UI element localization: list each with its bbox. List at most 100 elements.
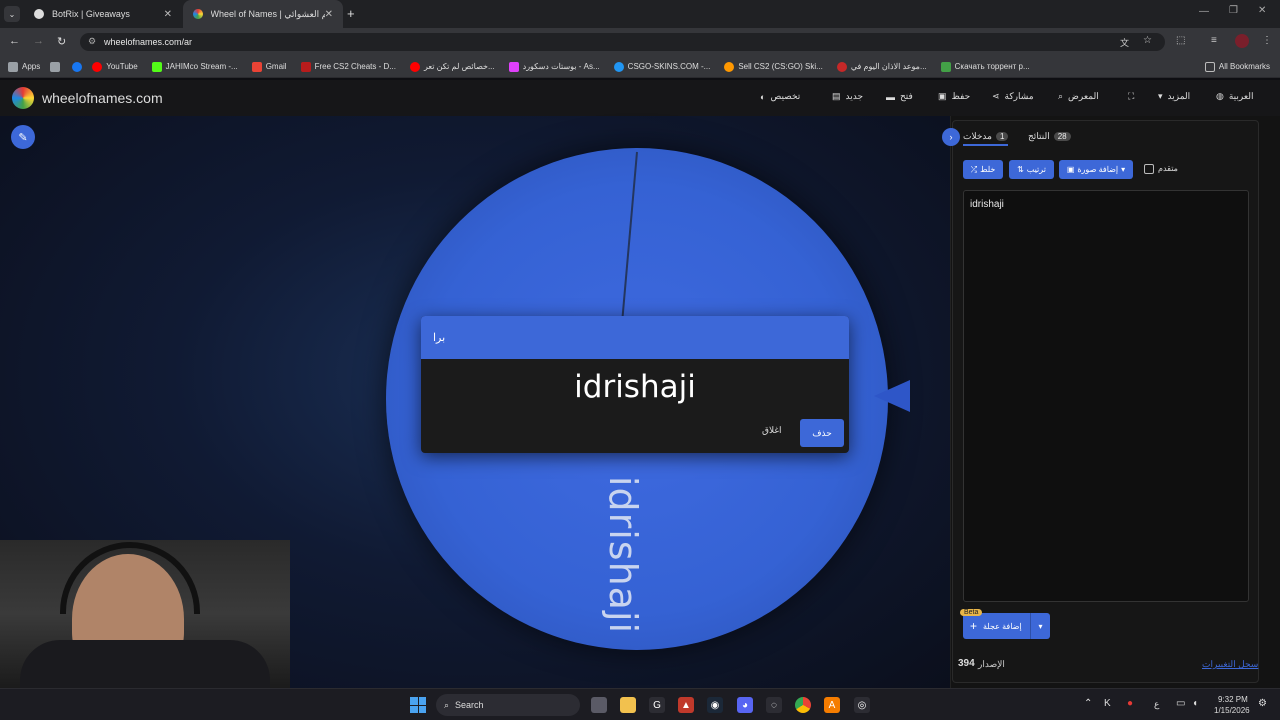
- advanced-checkbox[interactable]: [1144, 164, 1154, 174]
- close-button[interactable]: اغلاق: [762, 425, 782, 436]
- add-image-button[interactable]: ▣ إضافة صورة ▾: [1059, 160, 1133, 179]
- collapse-panel-icon[interactable]: ›: [942, 128, 960, 146]
- cheat-icon: [300, 61, 311, 72]
- remove-button[interactable]: حذف: [800, 419, 844, 447]
- bookmark-star-icon[interactable]: ☆: [1143, 35, 1152, 46]
- logo-icon: [12, 87, 34, 109]
- bookmark-item[interactable]: [50, 61, 61, 72]
- streamer-body: [20, 640, 270, 688]
- changelog-link[interactable]: سجل التغييرات: [1202, 659, 1258, 670]
- dialog-title: برا: [421, 316, 849, 359]
- entries-textarea[interactable]: idrishaji: [963, 190, 1249, 602]
- headphones-icon: [60, 542, 200, 614]
- clock-time[interactable]: 9:32 PM: [1218, 695, 1248, 704]
- edit-icon[interactable]: ✎: [11, 125, 35, 149]
- folder-icon: ▬: [886, 91, 895, 102]
- nav-gallery[interactable]: ⌕ المعرض: [1058, 91, 1099, 102]
- bookmark-item[interactable]: JAHIMco Stream -...: [151, 61, 238, 72]
- add-wheel-button[interactable]: + إضافة عجلة ▾: [963, 613, 1050, 639]
- clock-date[interactable]: 1/15/2026: [1214, 706, 1250, 715]
- chevron-down-icon: ▾: [1121, 165, 1126, 174]
- extensions-icon[interactable]: ⬚: [1176, 35, 1185, 46]
- avatar[interactable]: [1235, 34, 1249, 48]
- tab-search-button[interactable]: ⌄: [4, 6, 20, 22]
- bookmark-item[interactable]: خصائص لم تكن تعر...: [409, 61, 495, 72]
- nav-language[interactable]: ◍ العربية: [1216, 91, 1253, 102]
- riot-icon[interactable]: ▲: [678, 697, 694, 713]
- bookmark-item[interactable]: بوستات دسكورد - As...: [508, 61, 600, 72]
- steam-icon[interactable]: ◉: [707, 697, 723, 713]
- obs-studio-icon[interactable]: ◎: [854, 697, 870, 713]
- all-bookmarks[interactable]: All Bookmarks: [1204, 61, 1270, 72]
- nav-save[interactable]: ▣ حفظ: [938, 91, 970, 102]
- version-label: الإصدار: [978, 659, 1005, 669]
- new-tab-button[interactable]: +: [347, 6, 355, 21]
- notification-icon[interactable]: ⚙: [1258, 698, 1267, 709]
- discord-icon[interactable]: ◕: [737, 697, 753, 713]
- site-info-icon[interactable]: ⚙: [88, 36, 96, 47]
- tray-chevron-icon[interactable]: ⌃: [1084, 698, 1092, 709]
- task-view-icon[interactable]: [591, 697, 607, 713]
- kick-icon: [151, 61, 162, 72]
- youtube-icon: [409, 61, 420, 72]
- close-window-icon[interactable]: ✕: [1258, 5, 1266, 16]
- browser-tab-wheel[interactable]: Wheel of Names | اسم العشوائي ✕: [183, 0, 343, 28]
- nav-new[interactable]: ▤ جديد: [832, 91, 863, 102]
- bookmark-item[interactable]: Gmail: [251, 61, 287, 72]
- nav-fullscreen[interactable]: ⛶: [1128, 91, 1134, 102]
- browser-tab-botrix[interactable]: BotRix | Giveaways ✕: [24, 0, 182, 28]
- bookmark-item[interactable]: Скачать торрент р...: [940, 61, 1030, 72]
- bookmark-item[interactable]: Free CS2 Cheats - D...: [300, 61, 396, 72]
- beta-badge: Beta: [960, 609, 983, 616]
- bookmark-item[interactable]: [72, 61, 83, 72]
- back-icon[interactable]: ←: [9, 35, 20, 47]
- bookmark-item[interactable]: موعد الاذان اليوم في...: [836, 61, 927, 72]
- ghub-icon[interactable]: G: [649, 697, 665, 713]
- volume-icon[interactable]: ◖: [1192, 698, 1198, 709]
- chevron-down-icon[interactable]: ▾: [1030, 613, 1050, 639]
- file-explorer-icon[interactable]: [620, 697, 636, 713]
- nav-customize[interactable]: ◐ تخصيص: [760, 91, 800, 102]
- translate-icon[interactable]: 文: [1120, 36, 1129, 49]
- bookmarks-bar: Apps YouTube JAHIMco Stream -... Gmail F…: [0, 56, 1280, 78]
- minimize-icon[interactable]: —: [1199, 6, 1209, 17]
- bookmark-item[interactable]: Apps: [8, 61, 40, 72]
- app-icon[interactable]: A: [824, 697, 840, 713]
- tab-results[interactable]: النتائج 28: [1028, 131, 1071, 142]
- tab-strip: ⌄ BotRix | Giveaways ✕ Wheel of Names | …: [0, 0, 1280, 28]
- share-icon: ⋖: [992, 91, 1000, 101]
- tab-title: BotRix | Giveaways: [52, 9, 130, 19]
- nav-more[interactable]: ▾ المزيد: [1158, 91, 1190, 102]
- close-tab-icon[interactable]: ✕: [325, 9, 333, 20]
- globe-icon: ◍: [1216, 91, 1224, 101]
- mic-icon[interactable]: ●: [1127, 698, 1133, 709]
- taskbar-search[interactable]: ⌕ Search: [436, 694, 580, 716]
- network-icon[interactable]: ▭: [1176, 698, 1185, 709]
- maximize-icon[interactable]: ❐: [1229, 5, 1238, 16]
- windows-start-icon[interactable]: [410, 697, 426, 713]
- url-input[interactable]: ⚙ wheelofnames.com/ar 文 ☆: [80, 33, 1165, 51]
- tab-entries[interactable]: مدخلات 1: [963, 131, 1009, 146]
- bookmark-item[interactable]: Sell CS2 (CS:GO) Ski...: [724, 61, 823, 72]
- media-icon[interactable]: ≡: [1211, 35, 1217, 46]
- close-tab-icon[interactable]: ✕: [164, 9, 172, 20]
- nav-share[interactable]: ⋖ مشاركة: [992, 91, 1034, 102]
- nav-open[interactable]: ▬ فتح: [886, 91, 913, 102]
- kick-tray-icon[interactable]: K: [1104, 698, 1111, 709]
- webcam-overlay: [0, 540, 290, 688]
- shuffle-icon: ⤮: [970, 164, 978, 174]
- language-indicator[interactable]: ع: [1154, 699, 1159, 710]
- bookmark-item[interactable]: YouTube: [92, 61, 138, 72]
- forward-icon[interactable]: →: [33, 35, 44, 47]
- shuffle-button[interactable]: ⤮ خلط: [963, 160, 1003, 179]
- menu-icon[interactable]: ⋮: [1262, 35, 1272, 46]
- obs-icon[interactable]: ◌: [766, 697, 782, 713]
- youtube-icon: [92, 61, 103, 72]
- chrome-icon[interactable]: [795, 697, 811, 713]
- bookmark-item[interactable]: CSGO-SKINS.COM -...: [613, 61, 710, 72]
- sort-button[interactable]: ⇅ ترتيب: [1009, 160, 1054, 179]
- results-count-badge: 28: [1053, 132, 1071, 141]
- site-logo[interactable]: wheelofnames.com: [42, 90, 163, 106]
- gem-icon: [508, 61, 519, 72]
- reload-icon[interactable]: ↻: [57, 35, 66, 48]
